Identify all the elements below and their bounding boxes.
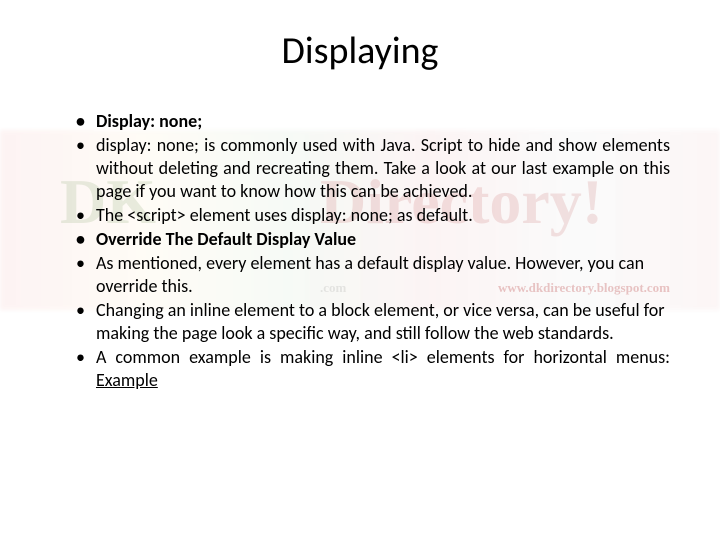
bullet-display-none-heading: Display: none;: [76, 110, 670, 133]
bullet-override-desc: As mentioned, every element has a defaul…: [76, 252, 670, 298]
slide-content: Displaying Display: none; display: none;…: [0, 0, 720, 392]
bullet-example: A common example is making inline <li> e…: [76, 346, 670, 392]
bullet-example-text: A common example is making inline <li> e…: [96, 346, 670, 368]
bullet-list: Display: none; display: none; is commonl…: [50, 110, 670, 392]
bullet-script-default: The <script> element uses display: none;…: [76, 204, 670, 227]
example-link[interactable]: Example: [96, 369, 158, 391]
slide-title: Displaying: [50, 28, 670, 74]
bullet-override-heading: Override The Default Display Value: [76, 228, 670, 251]
bullet-display-none-desc: display: none; is commonly used with Jav…: [76, 134, 670, 203]
bullet-inline-block: Changing an inline element to a block el…: [76, 299, 670, 345]
